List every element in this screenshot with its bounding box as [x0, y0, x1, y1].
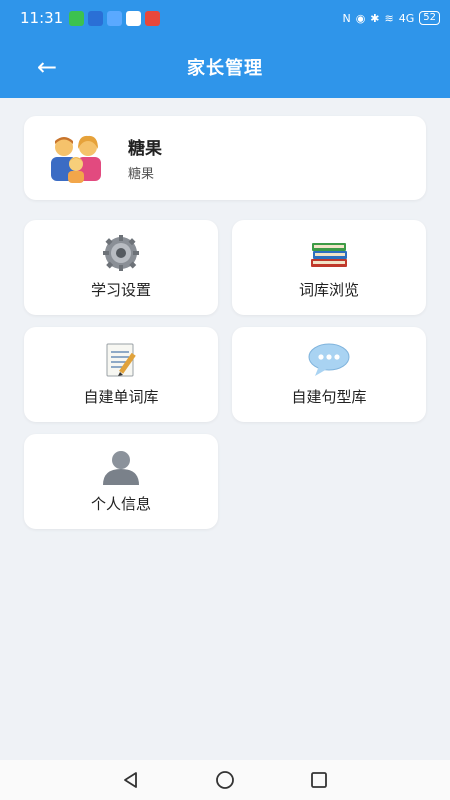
learning-settings-button[interactable]: 学习设置 — [24, 220, 218, 315]
speech-bubble-icon — [308, 343, 350, 376]
mail-app-icon — [145, 10, 161, 26]
status-time: 11:31 — [20, 9, 64, 27]
books-icon — [311, 243, 347, 267]
app-header: ← 家长管理 — [0, 36, 450, 98]
square-recents-icon — [311, 772, 327, 788]
wifi-icon: ≋ — [384, 11, 394, 25]
nav-home-button[interactable] — [214, 769, 236, 791]
qq-icon — [126, 10, 142, 26]
cloud-icon — [88, 10, 104, 26]
profile-subtitle: 糖果 — [128, 167, 155, 182]
nfc-icon: N — [342, 11, 351, 25]
profile-name: 糖果 — [128, 139, 162, 159]
back-arrow-icon: ← — [36, 53, 58, 81]
profile-card[interactable]: 糖果 糖果 — [24, 116, 426, 200]
custom-wordbank-button[interactable]: 自建单词库 — [24, 327, 218, 422]
tile-label: 词库浏览 — [298, 281, 359, 299]
back-button[interactable]: ← — [30, 50, 64, 84]
battery-icon: 52 — [419, 11, 440, 25]
custom-sentencebank-button[interactable]: 自建句型库 — [232, 327, 426, 422]
nav-back-button[interactable] — [120, 769, 142, 791]
status-indicators: N ◉ ✱ ≋ 4G 52 — [342, 11, 440, 25]
tile-label: 自建单词库 — [83, 388, 159, 406]
signal-icon: 4G — [398, 11, 415, 25]
profile-text: 糖果 糖果 — [128, 134, 162, 182]
system-nav-bar — [0, 760, 450, 800]
nav-recents-button[interactable] — [308, 769, 330, 791]
status-bar: 11:31 N ◉ ✱ ≋ 4G 52 — [0, 0, 450, 36]
notepad-icon — [106, 343, 136, 377]
gear-icon — [103, 235, 139, 271]
tile-label: 学习设置 — [90, 281, 151, 299]
page-title: 家长管理 — [187, 58, 263, 79]
tile-label: 自建句型库 — [291, 388, 367, 406]
wordbank-browse-button[interactable]: 词库浏览 — [232, 220, 426, 315]
vibrate-icon: ◉ — [355, 11, 366, 25]
personal-info-button[interactable]: 个人信息 — [24, 434, 218, 529]
bluetooth-app-icon — [107, 10, 123, 26]
triangle-back-icon — [124, 772, 137, 788]
tile-label: 个人信息 — [90, 495, 151, 513]
circle-home-icon — [216, 771, 234, 789]
family-icon — [51, 135, 101, 183]
wechat-icon — [69, 10, 85, 26]
person-icon — [103, 451, 139, 485]
bluetooth-icon: ✱ — [370, 11, 380, 25]
